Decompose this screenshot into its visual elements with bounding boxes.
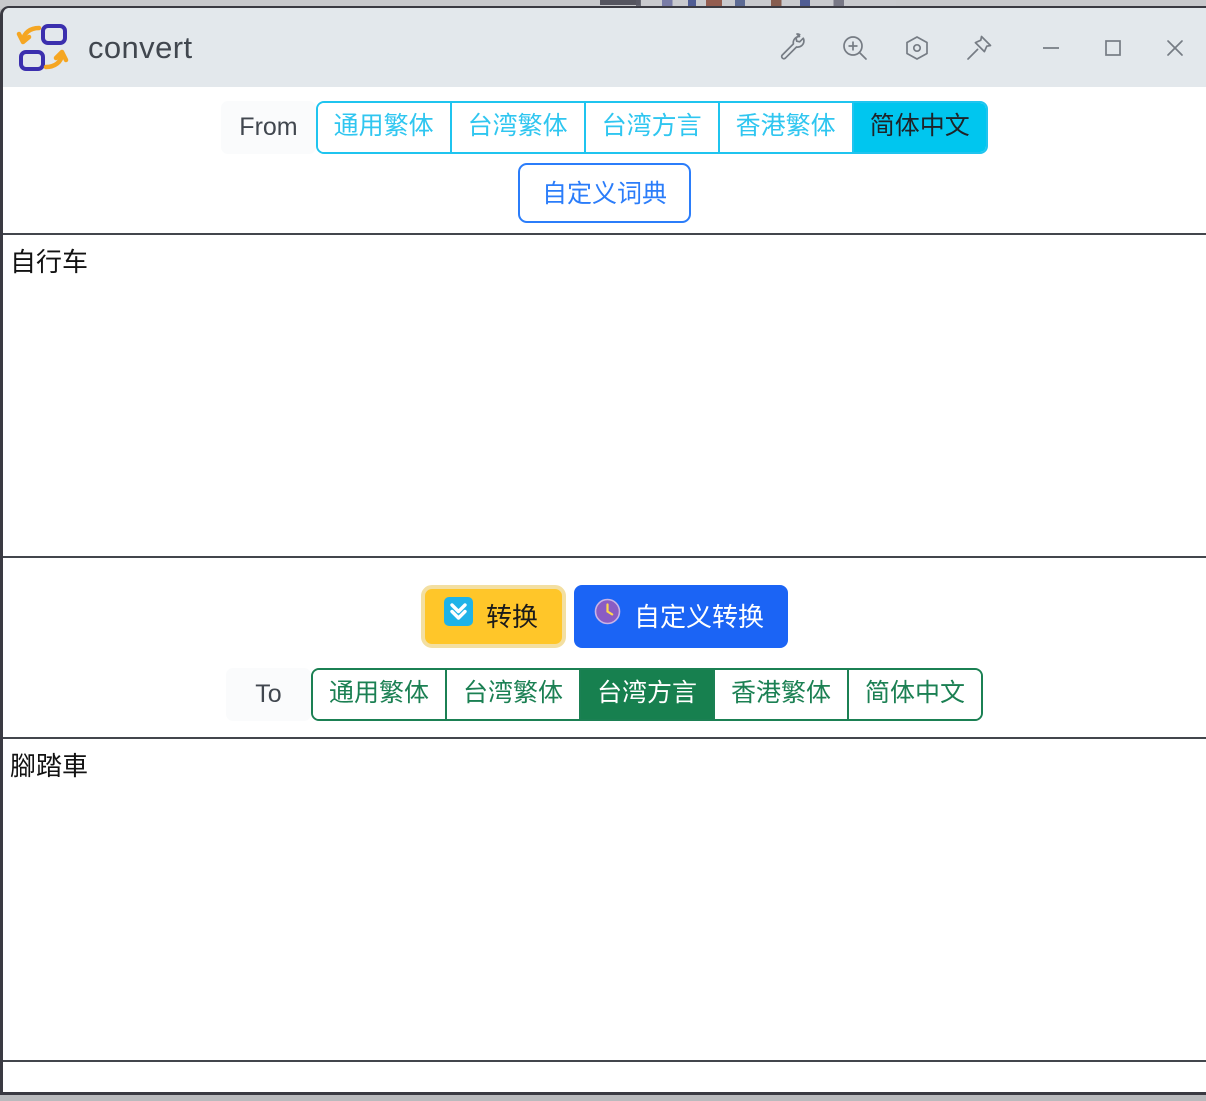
- from-option-taiwan-dialect[interactable]: 台湾方言: [585, 103, 720, 152]
- to-selector-row: To 通用繁体 台湾繁体 台湾方言 香港繁体 简体中文: [3, 667, 1206, 721]
- download-arrow-icon: [443, 597, 473, 633]
- custom-convert-button-label: 自定义转换: [634, 601, 765, 632]
- result-text-area[interactable]: 腳踏車: [3, 736, 1206, 1062]
- from-selector-row: From 通用繁体 台湾繁体 台湾方言 香港繁体 简体中文: [3, 101, 1206, 154]
- wrench-icon[interactable]: [762, 8, 824, 87]
- from-option-simplified[interactable]: 简体中文: [853, 103, 986, 152]
- to-option-taiwan-dialect[interactable]: 台湾方言: [580, 669, 715, 719]
- clock-icon: [594, 598, 621, 632]
- to-option-hongkong-traditional[interactable]: 香港繁体: [715, 669, 850, 719]
- to-option-taiwan-traditional[interactable]: 台湾繁体: [446, 669, 581, 719]
- titlebar-actions: [762, 8, 1206, 87]
- from-selector-block: From 通用繁体 台湾繁体 台湾方言 香港繁体 简体中文 自定义词典: [3, 87, 1206, 233]
- status-bar: [3, 1061, 1206, 1092]
- from-label: From: [221, 101, 316, 154]
- titlebar-spacer: [1010, 8, 1020, 87]
- convert-button[interactable]: 转换: [420, 584, 566, 648]
- maximize-icon[interactable]: [1082, 8, 1144, 87]
- background-window-titlebar-fragment: [600, 0, 640, 5]
- hex-nut-icon[interactable]: [886, 8, 948, 87]
- pin-icon[interactable]: [948, 8, 1010, 87]
- convert-swap-icon: [16, 21, 70, 75]
- to-label: To: [225, 667, 311, 721]
- to-option-group: 通用繁体 台湾繁体 台湾方言 香港繁体 简体中文: [310, 667, 984, 721]
- custom-dictionary-button[interactable]: 自定义词典: [517, 162, 691, 223]
- from-option-taiwan-traditional[interactable]: 台湾繁体: [451, 103, 586, 152]
- convert-actions-row: 转换 自定义转换: [3, 557, 1206, 668]
- custom-dictionary-row: 自定义词典: [3, 162, 1206, 223]
- from-option-tongyong[interactable]: 通用繁体: [317, 103, 452, 152]
- source-text-area[interactable]: 自行车: [3, 232, 1206, 558]
- convert-button-label: 转换: [485, 601, 538, 632]
- to-option-tongyong[interactable]: 通用繁体: [312, 669, 447, 719]
- custom-convert-button[interactable]: 自定义转换: [574, 584, 789, 648]
- titlebar: convert: [3, 8, 1206, 87]
- from-option-group: 通用繁体 台湾繁体 台湾方言 香港繁体 简体中文: [315, 101, 988, 154]
- to-selector-block: To 通用繁体 台湾繁体 台湾方言 香港繁体 简体中文: [3, 667, 1206, 737]
- minimize-icon[interactable]: [1020, 8, 1082, 87]
- from-option-hongkong-traditional[interactable]: 香港繁体: [719, 103, 854, 152]
- convert-app-window: convert From 通用繁体 台湾繁体 台湾方言 香港繁体 简体中文 自定…: [0, 6, 1206, 1095]
- close-icon[interactable]: [1144, 8, 1206, 87]
- window-title: convert: [88, 29, 193, 65]
- zoom-in-icon[interactable]: [824, 8, 886, 87]
- to-option-simplified[interactable]: 简体中文: [849, 669, 982, 719]
